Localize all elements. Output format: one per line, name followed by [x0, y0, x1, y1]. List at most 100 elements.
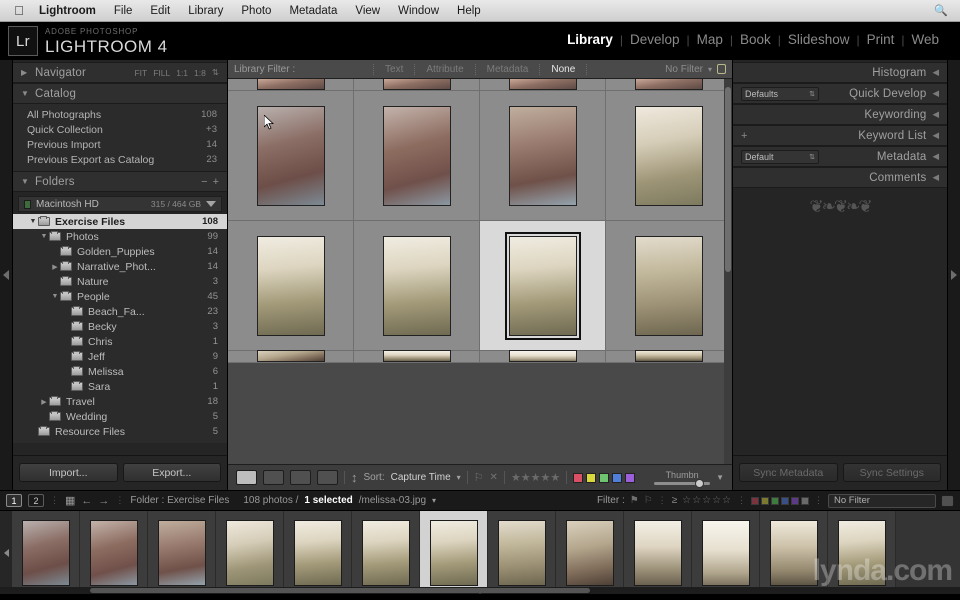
- folder-row[interactable]: Beach_Fa... 23: [13, 304, 227, 319]
- photo-thumbnail[interactable]: [634, 79, 703, 90]
- color-label-swatch[interactable]: [625, 472, 636, 483]
- photo-thumbnail[interactable]: [382, 350, 451, 362]
- filter-tab-none[interactable]: None: [539, 63, 588, 75]
- photo-thumbnail[interactable]: [701, 519, 750, 586]
- grid-cell[interactable]: [354, 91, 480, 221]
- right-panel-toggle[interactable]: [947, 60, 960, 490]
- histogram-header[interactable]: Histogram ◀: [733, 62, 947, 83]
- chevron-down-icon[interactable]: ▾: [457, 473, 461, 482]
- filmstrip-thumb[interactable]: [760, 511, 828, 594]
- screen-1-button[interactable]: 1: [6, 494, 22, 507]
- filmstrip-color-swatch[interactable]: [801, 496, 809, 505]
- filmstrip-thumb[interactable]: [12, 511, 80, 594]
- folder-row[interactable]: ▼ People 45: [13, 289, 227, 304]
- flag-pick-icon[interactable]: ⚑: [630, 495, 639, 506]
- photo-thumbnail[interactable]: [89, 519, 138, 586]
- metadata-header[interactable]: Default ⇅ Metadata ◀: [733, 146, 947, 167]
- catalog-twisty-icon[interactable]: ▼: [21, 89, 29, 98]
- metadata-preset-select[interactable]: Default ⇅: [741, 149, 819, 164]
- grid-cell[interactable]: [480, 79, 606, 91]
- photo-thumbnail[interactable]: [225, 519, 274, 586]
- collapse-arrow-icon[interactable]: ◀: [932, 172, 939, 183]
- forward-arrow-icon[interactable]: →: [98, 495, 109, 507]
- photo-thumbnail[interactable]: [837, 519, 886, 586]
- module-print[interactable]: Print: [860, 32, 902, 47]
- color-label-swatch[interactable]: [612, 472, 623, 483]
- folder-row[interactable]: ▶ Travel 18: [13, 394, 227, 409]
- color-label-swatch[interactable]: [573, 472, 584, 483]
- module-develop[interactable]: Develop: [623, 32, 687, 47]
- photo-thumbnail[interactable]: [382, 105, 451, 206]
- grid-cell[interactable]: [228, 91, 354, 221]
- photo-thumbnail[interactable]: [382, 235, 451, 336]
- navigator-zoom-fit[interactable]: FIT: [134, 68, 147, 78]
- slider-knob[interactable]: [695, 479, 705, 488]
- filmstrip-thumb[interactable]: [216, 511, 284, 594]
- keywording-header[interactable]: Keywording ◀: [733, 104, 947, 125]
- filmstrip-filename[interactable]: /melissa-03.jpg: [359, 495, 426, 506]
- flag-icon[interactable]: ⚐: [474, 471, 484, 484]
- photo-thumbnail[interactable]: [293, 519, 342, 586]
- folder-twisty-icon[interactable]: ▼: [39, 233, 49, 240]
- color-label-swatch[interactable]: [586, 472, 597, 483]
- folder-row[interactable]: Nature 3: [13, 274, 227, 289]
- module-web[interactable]: Web: [904, 32, 946, 47]
- add-folder-button[interactable]: +: [213, 176, 219, 188]
- folder-row[interactable]: ▼ Exercise Files 108: [13, 214, 227, 229]
- grid-cell[interactable]: [354, 350, 480, 363]
- collapse-arrow-icon[interactable]: ◀: [932, 109, 939, 120]
- photo-thumbnail[interactable]: [157, 519, 206, 586]
- catalog-item-quick-collection[interactable]: Quick Collection + 3: [13, 122, 227, 137]
- module-library[interactable]: Library: [560, 32, 620, 47]
- lock-icon[interactable]: [716, 64, 726, 74]
- filmstrip-color-swatch[interactable]: [791, 496, 799, 505]
- reject-icon[interactable]: ✕: [490, 472, 498, 483]
- grid-cell[interactable]: [606, 79, 732, 91]
- photo-thumbnail[interactable]: [508, 350, 577, 362]
- module-slideshow[interactable]: Slideshow: [781, 32, 857, 47]
- thumbnail-size-slider-group[interactable]: Thumbn: [654, 470, 711, 488]
- filmstrip-color-swatch[interactable]: [771, 496, 779, 505]
- filmstrip-color-swatch[interactable]: [781, 496, 789, 505]
- module-book[interactable]: Book: [733, 32, 778, 47]
- catalog-header[interactable]: ▼ Catalog: [13, 83, 227, 104]
- grid-cell[interactable]: [228, 79, 354, 91]
- navigator-twisty-icon[interactable]: ▶: [21, 68, 29, 77]
- photo-thumbnail[interactable]: [508, 105, 577, 206]
- toolbar-dropdown-icon[interactable]: ▼: [716, 473, 724, 482]
- photo-thumbnail[interactable]: [634, 350, 703, 362]
- filter-tab-metadata[interactable]: Metadata: [474, 63, 540, 75]
- filmstrip-thumb[interactable]: [488, 511, 556, 594]
- left-panel-toggle[interactable]: [0, 60, 13, 490]
- export-button[interactable]: Export...: [122, 463, 221, 482]
- folder-row[interactable]: Melissa 6: [13, 364, 227, 379]
- folder-row[interactable]: Golden_Puppies 14: [13, 244, 227, 259]
- folder-row[interactable]: ▼ Photos 99: [13, 229, 227, 244]
- folder-row[interactable]: Wedding 5: [13, 409, 227, 424]
- filmstrip-preset-icon[interactable]: [941, 494, 954, 507]
- sync-metadata-button[interactable]: Sync Metadata: [739, 463, 838, 482]
- navigator-header[interactable]: ▶ Navigator FIT FILL 1:1 1:8 ⇅: [13, 62, 227, 83]
- grid-scrollbar[interactable]: [724, 79, 732, 464]
- quick-develop-preset-select[interactable]: Defaults ⇅: [741, 86, 819, 101]
- folder-row[interactable]: ▶ Narrative_Phot... 14: [13, 259, 227, 274]
- folder-twisty-icon[interactable]: ▶: [39, 398, 49, 406]
- bottom-panel-toggle[interactable]: [474, 588, 486, 594]
- survey-view-icon[interactable]: [317, 470, 338, 485]
- import-button[interactable]: Import...: [19, 463, 118, 482]
- photo-thumbnail[interactable]: [382, 79, 451, 90]
- photo-thumbnail[interactable]: [361, 519, 410, 586]
- folder-row[interactable]: Resource Files 5: [13, 424, 227, 439]
- filmstrip-scroll-left[interactable]: [0, 511, 12, 594]
- photo-thumbnail[interactable]: [21, 519, 70, 586]
- filmstrip[interactable]: lynda.com: [0, 510, 960, 594]
- photo-thumbnail[interactable]: [256, 235, 325, 336]
- rating-stars[interactable]: ★★★★★: [511, 471, 560, 484]
- apple-logo-icon[interactable]: : [8, 4, 30, 17]
- filmstrip-rating-stars[interactable]: ☆☆☆☆☆: [682, 495, 732, 506]
- photo-thumbnail[interactable]: [565, 519, 614, 586]
- folder-twisty-icon[interactable]: ▼: [28, 218, 38, 225]
- menu-item-window[interactable]: Window: [389, 0, 448, 22]
- grid-cell[interactable]: [228, 221, 354, 351]
- navigator-zoom-fill[interactable]: FILL: [153, 68, 170, 78]
